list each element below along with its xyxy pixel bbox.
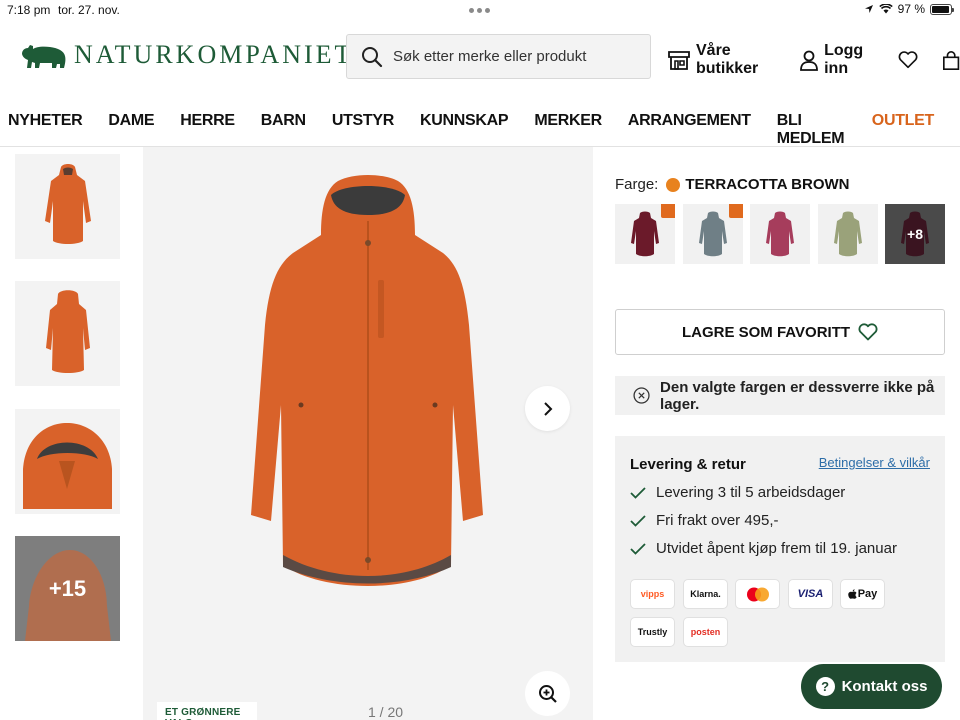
more-colors-count: +8 — [907, 226, 923, 242]
trustly-logo: Trustly — [630, 617, 675, 647]
zoom-in-icon — [538, 684, 557, 703]
apple-pay-text: Pay — [857, 588, 878, 600]
jacket-swatch-image — [766, 211, 794, 257]
jacket-swatch-image — [631, 211, 659, 257]
mastercard-icon — [746, 587, 769, 601]
color-swatch-grey-blue[interactable] — [683, 204, 743, 264]
mastercard-logo — [735, 579, 780, 609]
out-of-stock-text: Den valgte fargen er dessverre ikke på l… — [660, 378, 935, 413]
stores-link[interactable]: Våre butikker — [668, 42, 786, 78]
jacket-back-thumbnail-image — [45, 289, 90, 373]
more-images-count: +15 — [48, 575, 87, 601]
visa-logo: VISA — [788, 579, 833, 609]
checkmark-icon — [630, 514, 646, 527]
color-label: Farge: — [615, 176, 659, 193]
multitasking-dots[interactable] — [469, 8, 490, 13]
bear-logo-icon — [22, 45, 66, 68]
nav-item-herre[interactable]: HERRE — [180, 105, 235, 130]
out-of-stock-notice: Den valgte fargen er dessverre ikke på l… — [615, 376, 945, 415]
jacket-thumbnail-image — [44, 163, 91, 244]
header-actions: Våre butikker Logg inn — [668, 42, 960, 78]
selected-color-dot — [666, 177, 681, 192]
stores-label: Våre butikker — [696, 42, 759, 77]
checkmark-icon — [630, 486, 646, 499]
thumbnail-back[interactable] — [15, 281, 120, 386]
product-main-image[interactable] — [143, 147, 593, 720]
battery-percent: 97 % — [897, 2, 925, 16]
heart-icon — [858, 323, 878, 341]
color-selector-label: Farge: TERRACOTTA BROWN — [615, 176, 850, 193]
nav-item-dame[interactable]: DAME — [108, 105, 154, 130]
delivery-item-text: Levering 3 til 5 arbeidsdager — [656, 484, 846, 501]
unavailable-corner-badge — [661, 204, 675, 218]
color-swatch-burgundy[interactable] — [615, 204, 675, 264]
terms-link[interactable]: Betingelser & vilkår — [819, 455, 930, 470]
apple-icon — [847, 589, 857, 599]
posten-logo: posten — [683, 617, 728, 647]
search-icon — [362, 46, 383, 67]
wishlist-heart-icon[interactable] — [898, 50, 918, 70]
status-bar: 7:18 pm tor. 27. nov. 97 % — [0, 0, 960, 20]
greener-choice-badge: ET GRØNNERE VALG — [157, 702, 257, 720]
jacket-detail-thumbnail-image — [23, 423, 112, 509]
nav-item-arrangement[interactable]: ARRANGEMENT — [628, 105, 751, 130]
product-jacket-image — [251, 175, 483, 586]
help-question-icon: ? — [815, 677, 835, 696]
checkmark-icon — [630, 542, 646, 555]
login-link[interactable]: Logg inn — [800, 42, 884, 78]
delivery-title: Levering & retur — [630, 456, 746, 473]
store-icon — [668, 51, 690, 70]
delivery-item: Utvidet åpent kjøp frem til 19. januar — [630, 540, 930, 557]
zoom-button[interactable] — [525, 671, 570, 716]
nav-item-barn[interactable]: BARN — [261, 105, 306, 130]
close-circle-icon — [633, 387, 650, 404]
nav-item-bli-medlem[interactable]: BLI MEDLEM — [777, 105, 846, 148]
apple-pay-logo: Pay — [840, 579, 885, 609]
jacket-swatch-image — [834, 211, 862, 257]
main-nav: NYHETER DAME HERRE BARN UTSTYR KUNNSKAP … — [0, 105, 960, 147]
jacket-swatch-image — [699, 211, 727, 257]
contact-us-button[interactable]: ? Kontakt oss — [801, 664, 942, 709]
wifi-icon — [878, 4, 893, 14]
image-counter: 1 / 20 — [368, 704, 404, 720]
delivery-item: Fri frakt over 495,- — [630, 512, 930, 529]
save-favorite-button[interactable]: LAGRE SOM FAVORITT — [615, 309, 945, 355]
nav-item-utstyr[interactable]: UTSTYR — [332, 105, 395, 130]
thumbnail-collar-detail[interactable] — [15, 409, 120, 514]
klarna-logo: Klarna. — [683, 579, 728, 609]
user-icon — [800, 50, 819, 71]
color-swatch-olive[interactable] — [818, 204, 878, 264]
unavailable-corner-badge — [729, 204, 743, 218]
save-favorite-label: LAGRE SOM FAVORITT — [681, 323, 851, 341]
selected-color-name: TERRACOTTA BROWN — [685, 176, 850, 193]
color-swatch-more[interactable]: +8 — [885, 204, 945, 264]
thumbnail-front[interactable] — [15, 154, 120, 259]
thumbnail-more[interactable]: +15 — [15, 536, 120, 641]
next-image-button[interactable] — [525, 386, 570, 431]
search-bar[interactable] — [346, 34, 651, 79]
chevron-right-icon — [543, 401, 552, 416]
nav-item-merker[interactable]: MERKER — [534, 105, 602, 130]
delivery-item-text: Utvidet åpent kjøp frem til 19. januar — [656, 540, 897, 557]
login-label: Logg inn — [824, 42, 864, 77]
nav-item-outlet[interactable]: OUTLET — [872, 105, 935, 130]
nav-item-kunnskap[interactable]: KUNNSKAP — [420, 105, 509, 130]
status-date: tor. 27. nov. — [58, 3, 120, 17]
shopping-bag-icon[interactable] — [942, 50, 960, 71]
brand-logo[interactable]: NATURKOMPANIET — [20, 40, 353, 70]
color-swatch-berry[interactable] — [750, 204, 810, 264]
battery-icon — [930, 3, 954, 15]
logo-wordmark: NATURKOMPANIET — [74, 40, 354, 69]
delivery-item-text: Fri frakt over 495,- — [656, 512, 779, 529]
contact-us-label: Kontakt oss — [841, 678, 928, 695]
search-input[interactable] — [393, 48, 633, 65]
vipps-logo: vipps — [630, 579, 675, 609]
status-time: 7:18 pm — [7, 3, 51, 17]
location-icon — [864, 5, 873, 13]
nav-item-nyheter[interactable]: NYHETER — [8, 105, 83, 130]
delivery-item: Levering 3 til 5 arbeidsdager — [630, 484, 930, 501]
status-icons: 97 % — [864, 2, 954, 16]
